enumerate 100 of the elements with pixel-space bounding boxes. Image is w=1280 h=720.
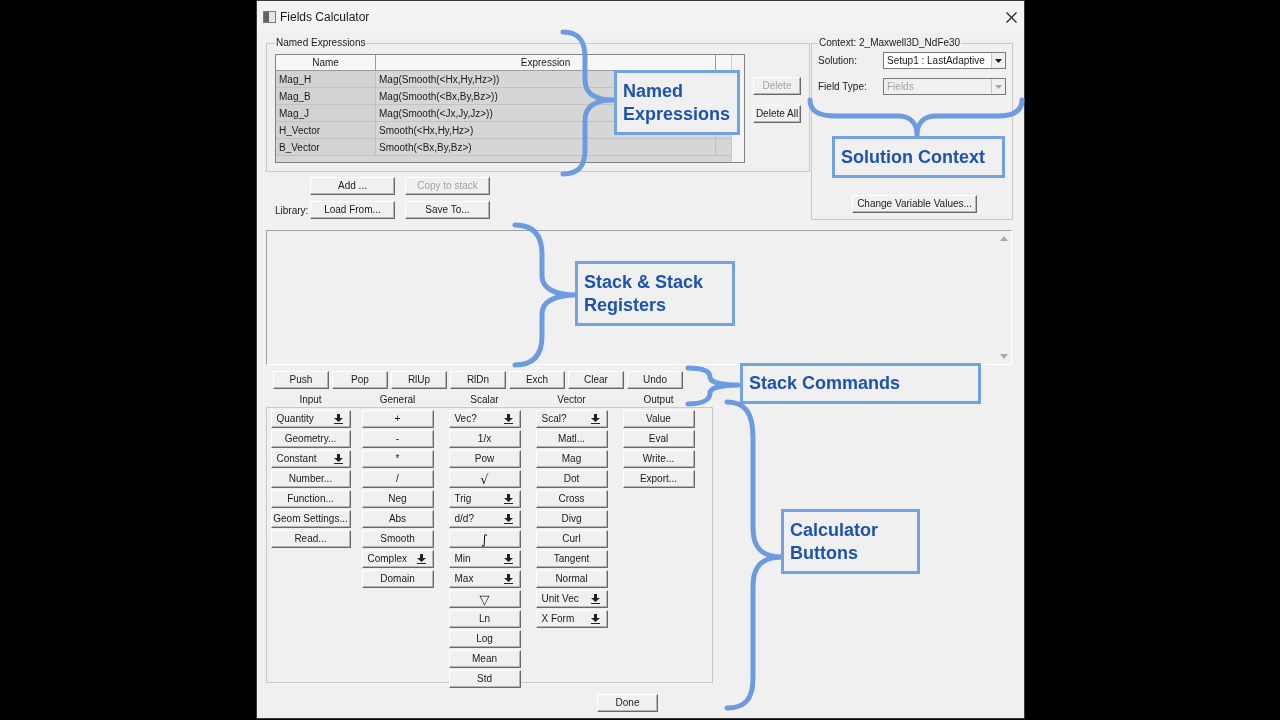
- calculator-button[interactable]: Scal?: [535, 410, 608, 428]
- group-title: Named Expressions: [275, 37, 367, 49]
- app-window-icon: [263, 11, 276, 23]
- down-arrow-icon: [590, 594, 600, 604]
- calculator-button[interactable]: Mag: [535, 450, 608, 468]
- library-label: Library:: [274, 203, 310, 218]
- down-arrow-icon: [590, 614, 600, 624]
- calculator-button[interactable]: Eval: [622, 430, 695, 448]
- calculator-button[interactable]: Max: [448, 570, 521, 588]
- calculator-button[interactable]: +: [361, 410, 434, 428]
- down-arrow-icon: [503, 414, 513, 424]
- calculator-button[interactable]: Normal: [535, 570, 608, 588]
- down-arrow-icon: [416, 554, 426, 564]
- calculator-button[interactable]: Read...: [270, 530, 351, 548]
- down-arrow-icon: [503, 494, 513, 504]
- calculator-button[interactable]: Geom Settings...: [270, 510, 351, 528]
- calculator-button[interactable]: ∫: [448, 530, 521, 548]
- calculator-button[interactable]: Tangent: [535, 550, 608, 568]
- calculator-button[interactable]: d/d?: [448, 510, 521, 528]
- calculator-button[interactable]: X Form: [535, 610, 608, 628]
- table-cell: H_Vector: [276, 122, 376, 138]
- table-cell: Mag_B: [276, 88, 376, 104]
- calculator-button[interactable]: Complex: [361, 550, 434, 568]
- stack-command-button[interactable]: Exch: [509, 371, 565, 389]
- save-to-button[interactable]: Save To...: [405, 201, 490, 219]
- group-title: Context: 2_Maxwell3D_NdFe30: [818, 37, 962, 49]
- calculator-button[interactable]: Pow: [448, 450, 521, 468]
- calculator-button[interactable]: Abs: [361, 510, 434, 528]
- table-cell-text: Mag(Smooth(<Hx,Hy,Hz>)): [378, 72, 501, 87]
- down-arrow-icon: [333, 454, 343, 464]
- calculator-button[interactable]: Export...: [622, 470, 695, 488]
- table-cell-text: Mag(Smooth(<Bx,By,Bz>)): [378, 89, 499, 104]
- change-variable-values-button[interactable]: Change Variable Values...: [852, 195, 977, 213]
- stack-command-button[interactable]: RlUp: [391, 371, 447, 389]
- calculator-button[interactable]: √: [448, 470, 521, 488]
- calculator-button[interactable]: Curl: [535, 530, 608, 548]
- down-arrow-icon: [503, 574, 513, 584]
- calculator-button[interactable]: Std: [448, 670, 521, 688]
- calculator-button[interactable]: Trig: [448, 490, 521, 508]
- calculator-button[interactable]: Write...: [622, 450, 695, 468]
- column-label: General: [378, 394, 417, 406]
- calculator-button[interactable]: Min: [448, 550, 521, 568]
- column-header[interactable]: Name: [276, 55, 376, 70]
- stack-command-button[interactable]: Pop: [332, 371, 388, 389]
- table-cell: B_Vector: [276, 139, 376, 155]
- down-arrow-icon: [503, 554, 513, 564]
- calculator-button[interactable]: Constant: [270, 450, 351, 468]
- table-cell-text: Smooth(<Hx,Hy,Hz>): [378, 123, 475, 138]
- calculator-button[interactable]: Vec?: [448, 410, 521, 428]
- calculator-button[interactable]: Quantity: [270, 410, 351, 428]
- stack-command-button[interactable]: RlDn: [450, 371, 506, 389]
- callout-label: Stack Commands: [740, 363, 981, 404]
- calculator-button[interactable]: Ln: [448, 610, 521, 628]
- calculator-button[interactable]: -: [361, 430, 434, 448]
- column-label: Output: [642, 394, 675, 406]
- down-arrow-icon: [503, 514, 513, 524]
- callout-label: Stack & Stack Registers: [575, 261, 735, 326]
- calculator-button[interactable]: Domain: [361, 570, 434, 588]
- triangle-down-icon[interactable]: [1000, 354, 1008, 359]
- calculator-button[interactable]: Geometry...: [270, 430, 351, 448]
- column-label: Input: [298, 394, 323, 406]
- calculator-button[interactable]: Log: [448, 630, 521, 648]
- solution-dropdown[interactable]: Setup1 : LastAdaptive: [883, 52, 1006, 69]
- calculator-button[interactable]: Unit Vec: [535, 590, 608, 608]
- callout-label: Solution Context: [832, 136, 1005, 178]
- calculator-button[interactable]: Value: [622, 410, 695, 428]
- calculator-button[interactable]: Mean: [448, 650, 521, 668]
- window-title: Fields Calculator: [280, 9, 370, 26]
- stack-command-button[interactable]: Clear: [568, 371, 624, 389]
- calculator-button[interactable]: Divg: [535, 510, 608, 528]
- close-icon[interactable]: [1006, 11, 1017, 23]
- triangle-up-icon[interactable]: [1000, 236, 1008, 241]
- calculator-button[interactable]: ▽: [448, 590, 521, 608]
- calculator-button[interactable]: *: [361, 450, 434, 468]
- table-cell-text: Mag(Smooth(<Jx,Jy,Jz>)): [378, 106, 494, 121]
- column-label: Scalar: [469, 394, 500, 406]
- calculator-button[interactable]: Dot: [535, 470, 608, 488]
- calculator-button[interactable]: Cross: [535, 490, 608, 508]
- stack-command-button[interactable]: Undo: [627, 371, 683, 389]
- field-label: Solution:: [818, 54, 858, 68]
- column-label: Vector: [556, 394, 587, 406]
- done-button[interactable]: Done: [597, 694, 658, 712]
- down-arrow-icon: [333, 414, 343, 424]
- calculator-button[interactable]: 1/x: [448, 430, 521, 448]
- calculator-button[interactable]: Smooth: [361, 530, 434, 548]
- stack-command-button[interactable]: Push: [273, 371, 329, 389]
- delete-all-button[interactable]: Delete All: [753, 105, 801, 123]
- load-from-button[interactable]: Load From...: [310, 201, 395, 219]
- callout-label: Named Expressions: [614, 70, 740, 135]
- calculator-button[interactable]: Function...: [270, 490, 351, 508]
- calculator-button[interactable]: Matl...: [535, 430, 608, 448]
- field-label: Field Type:: [818, 80, 868, 94]
- table-cell: Mag_J: [276, 105, 376, 121]
- calculator-button[interactable]: Neg: [361, 490, 434, 508]
- add-button[interactable]: Add ...: [310, 177, 395, 195]
- callout-label: Calculator Buttons: [781, 509, 920, 574]
- table-cell: Mag_H: [276, 71, 376, 87]
- calculator-button[interactable]: /: [361, 470, 434, 488]
- down-arrow-icon: [590, 414, 600, 424]
- calculator-button[interactable]: Number...: [270, 470, 351, 488]
